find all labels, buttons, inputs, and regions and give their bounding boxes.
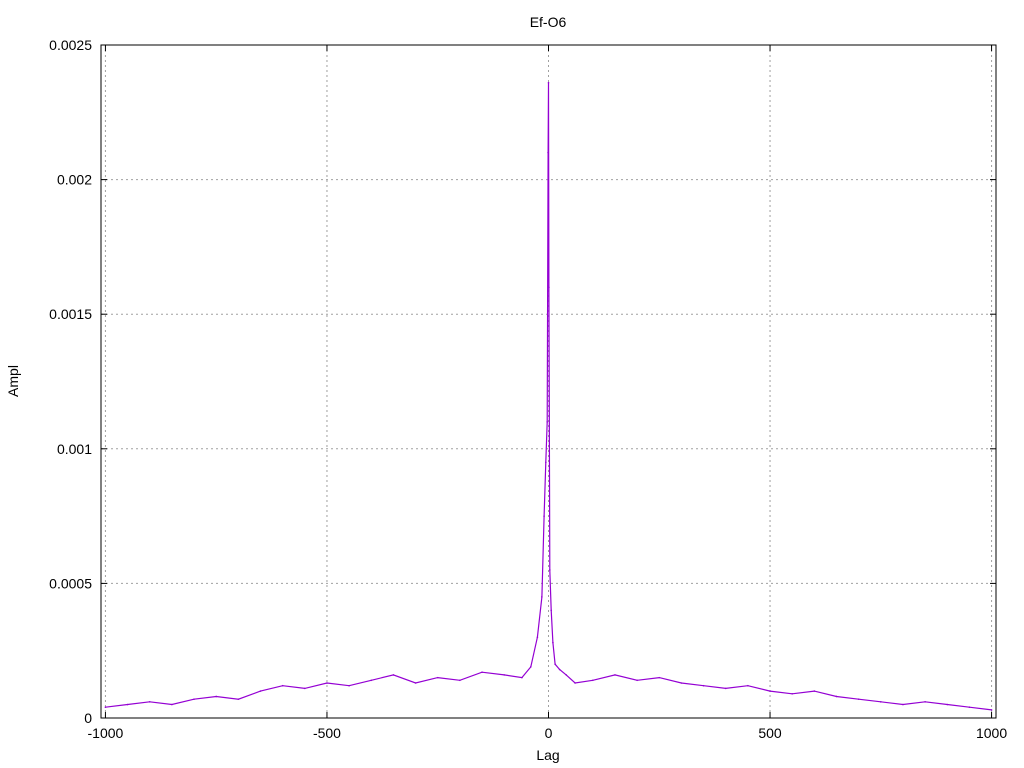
data-point	[104, 706, 107, 709]
data-point	[529, 666, 532, 668]
y-tick-label: 0.0005	[49, 575, 92, 591]
chart: Ef-O6 Ampl Lag -1000 -500 0 500 1000 0 0.0005 0…	[5, 14, 1007, 763]
data-point	[614, 674, 616, 676]
data-point	[791, 692, 793, 695]
data-point	[459, 679, 461, 682]
data-point	[924, 701, 926, 703]
data-point	[548, 286, 550, 289]
data-point	[148, 701, 151, 703]
data-point	[769, 690, 771, 692]
data-point	[414, 682, 417, 684]
data-point	[724, 687, 727, 690]
y-tick-label: 0.002	[57, 172, 92, 188]
y-tick-label: 0.0015	[49, 306, 92, 322]
data-point	[636, 679, 638, 682]
data-point	[237, 698, 240, 700]
data-point	[565, 674, 568, 676]
data-point	[370, 679, 373, 682]
data-point	[436, 676, 439, 679]
data-point	[702, 684, 705, 687]
data-point	[543, 515, 545, 517]
data-point	[574, 682, 576, 684]
x-tick-label: 0	[545, 725, 553, 741]
data-point	[658, 676, 661, 679]
data-point	[546, 421, 548, 423]
data-point	[503, 674, 505, 676]
data-point	[747, 684, 749, 687]
data-point	[536, 636, 539, 639]
y-axis-label: Ampl	[5, 365, 21, 397]
x-tick-label: 500	[758, 725, 782, 741]
data-point	[392, 674, 395, 676]
data-point	[813, 690, 816, 692]
axes-layer: -1000 -500 0 500 1000 0 0.0005 0.001 0.0015 0.002…	[49, 37, 1007, 741]
data-point	[552, 641, 554, 644]
data-point	[835, 695, 838, 698]
data-point	[592, 679, 594, 682]
data-point	[541, 596, 543, 598]
data-point	[545, 461, 547, 464]
data-point	[259, 690, 262, 692]
data-point	[902, 703, 904, 706]
chart-title: Ef-O6	[530, 14, 567, 30]
data-point	[857, 698, 860, 700]
data-point	[171, 703, 173, 706]
data-point	[281, 684, 284, 687]
data-point	[348, 684, 350, 687]
data-point	[946, 703, 949, 706]
data-point	[968, 706, 971, 709]
y-tick-label: 0	[84, 710, 92, 726]
y-tick-label: 0.0025	[49, 37, 92, 53]
data-point	[880, 701, 882, 703]
data-point	[550, 609, 552, 612]
x-tick-label: -500	[313, 725, 341, 741]
data-point	[126, 703, 129, 706]
x-tick-label: -1000	[88, 725, 124, 741]
data-point	[547, 81, 550, 84]
data-point	[680, 682, 683, 684]
x-tick-label: 1000	[976, 725, 1007, 741]
data-point	[547, 151, 549, 154]
data-point	[326, 682, 328, 684]
data-point	[549, 569, 551, 571]
data-point	[521, 676, 523, 679]
data-point	[304, 687, 306, 690]
data-point	[558, 668, 561, 671]
y-tick-label: 0.001	[57, 441, 92, 457]
data-point	[215, 695, 217, 698]
data-point	[193, 698, 195, 700]
data-point	[554, 663, 556, 665]
data-point	[990, 709, 993, 711]
x-axis-label: Lag	[536, 747, 559, 763]
data-point	[481, 671, 483, 674]
